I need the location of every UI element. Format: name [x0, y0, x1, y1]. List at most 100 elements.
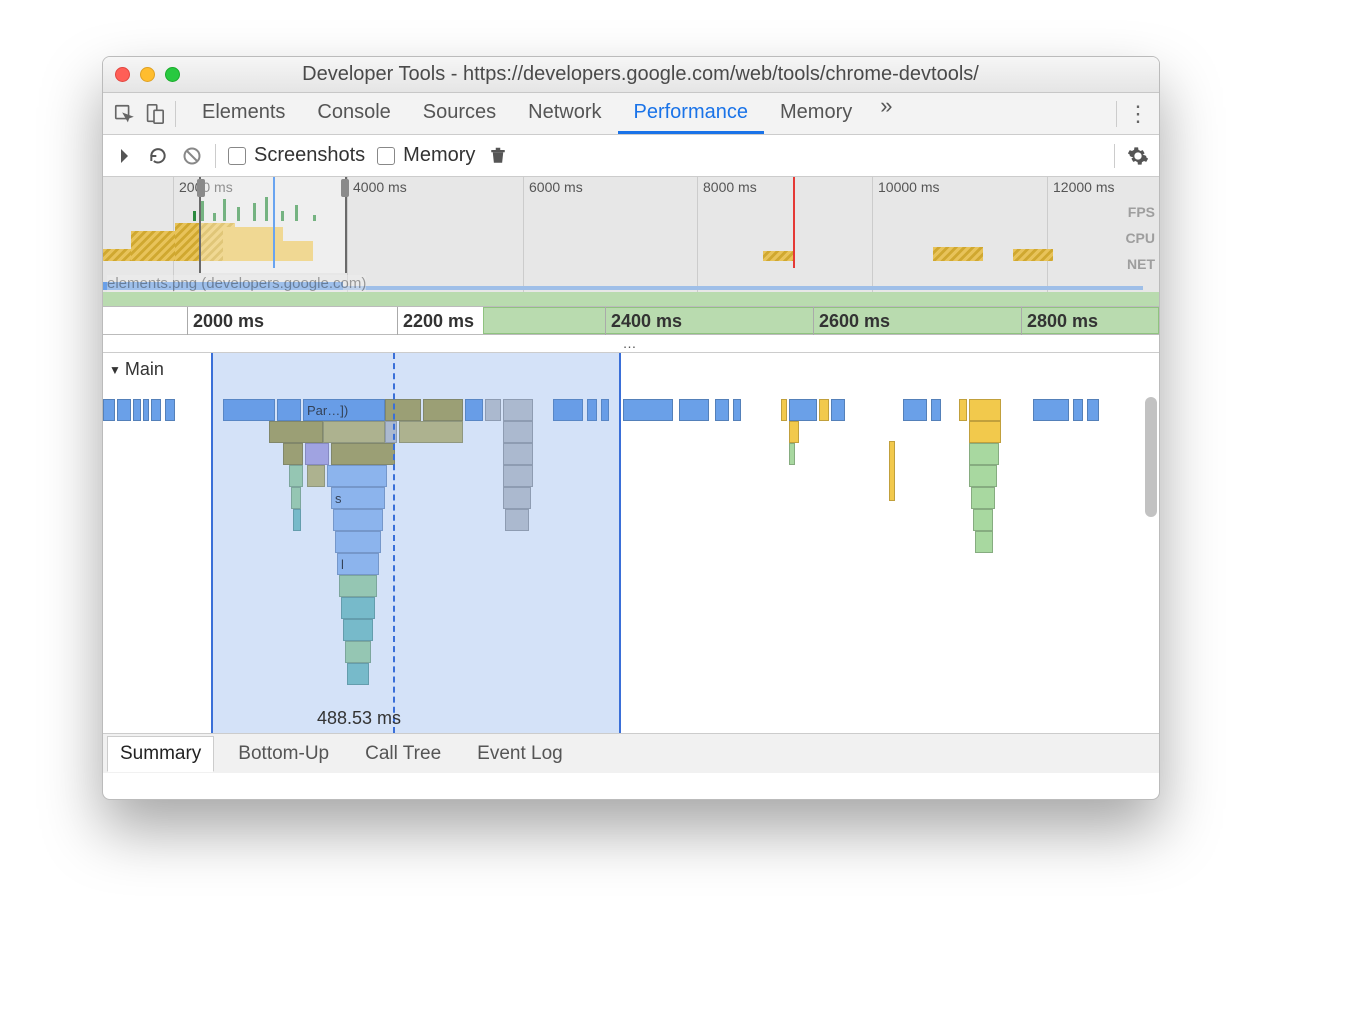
tab-performance[interactable]: Performance: [618, 93, 765, 134]
task-block[interactable]: [1087, 399, 1099, 421]
task-block[interactable]: [969, 399, 1001, 421]
flame-block[interactable]: [969, 421, 1001, 443]
reload-record-button[interactable]: [147, 145, 169, 167]
task-block[interactable]: [781, 399, 787, 421]
flame-block[interactable]: [291, 487, 301, 509]
flame-block[interactable]: [969, 443, 999, 465]
viewport-handle-right[interactable]: [341, 179, 349, 197]
flame-block[interactable]: [289, 465, 303, 487]
task-block[interactable]: [623, 399, 673, 421]
tab-call-tree[interactable]: Call Tree: [353, 737, 453, 771]
flame-block[interactable]: [889, 441, 895, 501]
flamechart-main[interactable]: ▼ Main Par…]): [103, 353, 1159, 733]
tabs-overflow-button[interactable]: »: [868, 93, 904, 134]
task-block[interactable]: [819, 399, 829, 421]
screenshots-label: Screenshots: [254, 144, 365, 167]
task-block[interactable]: [151, 399, 161, 421]
flame-block[interactable]: [503, 443, 533, 465]
inspect-element-icon[interactable]: [109, 99, 139, 129]
flame-block[interactable]: [385, 421, 397, 443]
flame-block[interactable]: [341, 597, 375, 619]
task-block[interactable]: [165, 399, 175, 421]
task-block[interactable]: [465, 399, 483, 421]
flame-block[interactable]: s: [331, 487, 385, 509]
flame-block[interactable]: [339, 575, 377, 597]
task-block[interactable]: [715, 399, 729, 421]
task-block[interactable]: [503, 399, 533, 421]
detail-ruler[interactable]: 2000 ms 2200 ms 2400 ms 2600 ms 2800 ms: [103, 307, 1159, 335]
flame-block[interactable]: [333, 509, 383, 531]
scrollbar-thumb[interactable]: [1145, 397, 1157, 517]
task-block[interactable]: Par…]): [303, 399, 385, 421]
flame-block[interactable]: [503, 465, 533, 487]
collapsed-tracks-row[interactable]: …: [103, 335, 1159, 353]
flame-block[interactable]: [331, 443, 395, 465]
task-block[interactable]: [959, 399, 967, 421]
flame-block[interactable]: [505, 509, 529, 531]
settings-gear-icon[interactable]: [1127, 145, 1149, 167]
flame-block[interactable]: [323, 421, 385, 443]
task-block[interactable]: [103, 399, 115, 421]
flame-block[interactable]: [345, 641, 371, 663]
flame-block[interactable]: [971, 487, 995, 509]
tab-event-log[interactable]: Event Log: [465, 737, 575, 771]
task-block[interactable]: [277, 399, 301, 421]
viewport-handle-left[interactable]: [197, 179, 205, 197]
flame-block[interactable]: [973, 509, 993, 531]
task-block[interactable]: [733, 399, 741, 421]
overview-timeline[interactable]: 2000 ms 4000 ms 6000 ms 8000 ms 10000 ms…: [103, 177, 1159, 307]
task-block[interactable]: [223, 399, 275, 421]
task-block[interactable]: [385, 399, 421, 421]
flame-block[interactable]: [789, 421, 799, 443]
task-block[interactable]: [601, 399, 609, 421]
task-block[interactable]: [903, 399, 927, 421]
close-window-button[interactable]: [115, 67, 130, 82]
flame-block[interactable]: [307, 465, 325, 487]
flame-block[interactable]: [305, 443, 329, 465]
flame-block[interactable]: [975, 531, 993, 553]
task-block[interactable]: [553, 399, 583, 421]
tab-summary[interactable]: Summary: [107, 736, 214, 772]
task-block[interactable]: [133, 399, 141, 421]
task-block[interactable]: [1033, 399, 1069, 421]
task-block[interactable]: [679, 399, 709, 421]
clear-button[interactable]: [181, 145, 203, 167]
tab-console[interactable]: Console: [301, 93, 406, 134]
record-button[interactable]: [113, 145, 135, 167]
flame-block[interactable]: [399, 421, 463, 443]
flame-block[interactable]: [503, 421, 533, 443]
vertical-scrollbar[interactable]: [1143, 385, 1159, 645]
flame-block[interactable]: l: [337, 553, 379, 575]
flame-block[interactable]: [269, 421, 323, 443]
trash-icon[interactable]: [487, 145, 509, 167]
task-block[interactable]: [143, 399, 149, 421]
devtools-window: Developer Tools - https://developers.goo…: [102, 56, 1160, 800]
device-toggle-icon[interactable]: [139, 99, 169, 129]
tab-sources[interactable]: Sources: [407, 93, 512, 134]
flame-block[interactable]: [503, 487, 531, 509]
flame-block[interactable]: [293, 509, 301, 531]
task-block[interactable]: [831, 399, 845, 421]
overview-viewport-window[interactable]: [199, 177, 347, 273]
task-block[interactable]: [931, 399, 941, 421]
screenshots-checkbox[interactable]: Screenshots: [228, 144, 365, 167]
flame-block[interactable]: [327, 465, 387, 487]
tab-bottom-up[interactable]: Bottom-Up: [226, 737, 341, 771]
flame-block[interactable]: [335, 531, 381, 553]
task-block[interactable]: [789, 399, 817, 421]
task-block[interactable]: [423, 399, 463, 421]
memory-checkbox[interactable]: Memory: [377, 144, 475, 167]
flame-block[interactable]: [347, 663, 369, 685]
flame-block[interactable]: [343, 619, 373, 641]
task-block[interactable]: [485, 399, 501, 421]
tab-elements[interactable]: Elements: [186, 93, 301, 134]
tab-network[interactable]: Network: [512, 93, 617, 134]
flame-block[interactable]: [969, 465, 997, 487]
tab-memory[interactable]: Memory: [764, 93, 868, 134]
flame-block[interactable]: [789, 443, 795, 465]
task-block[interactable]: [117, 399, 131, 421]
task-block[interactable]: [1073, 399, 1083, 421]
flame-block[interactable]: [283, 443, 303, 465]
task-block[interactable]: [587, 399, 597, 421]
kebab-menu-icon[interactable]: ⋮: [1123, 101, 1153, 127]
